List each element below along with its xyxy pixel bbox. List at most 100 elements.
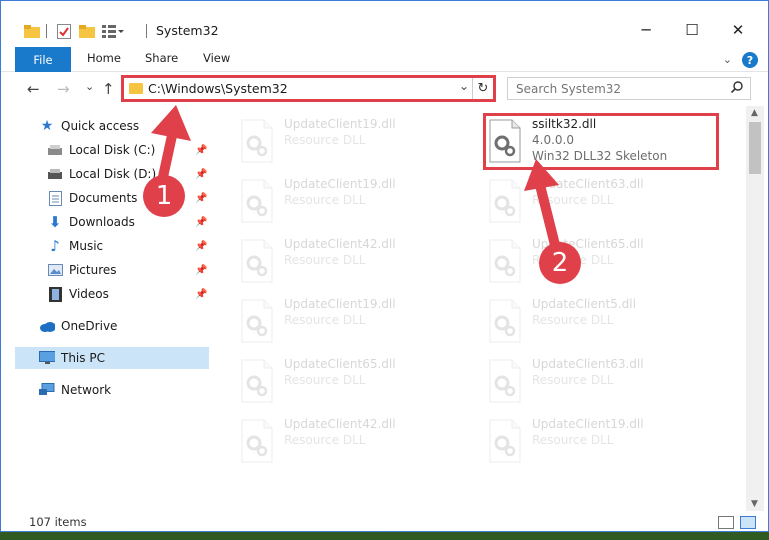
dll-file-icon [489, 419, 521, 463]
address-bar[interactable]: C:\Windows\System32 ⌄ ↻ [121, 75, 496, 102]
address-path[interactable]: C:\Windows\System32 [148, 81, 288, 96]
file-item[interactable]: UpdateClient19.dll Resource DLL [480, 413, 716, 469]
sidebar-item-label: This PC [61, 351, 105, 365]
vertical-scrollbar[interactable]: ▲ ▼ [746, 106, 764, 511]
pin-icon: 📌 [195, 144, 208, 156]
dll-file-icon [241, 239, 273, 283]
dll-file-icon [241, 359, 273, 403]
customize-toolbar-icon[interactable] [101, 21, 125, 41]
file-item[interactable]: UpdateClient42.dll Resource DLL [232, 233, 468, 289]
window-title: System32 [156, 23, 219, 38]
file-detail-1: Resource DLL [284, 433, 366, 447]
sidebar-item-this-pc[interactable]: This PC [15, 347, 209, 369]
file-item[interactable]: UpdateClient19.dll Resource DLL [232, 293, 468, 349]
back-button[interactable]: ← [27, 80, 40, 98]
close-button[interactable]: ✕ [715, 15, 761, 45]
sidebar-item-quick-access[interactable]: ★ Quick access [15, 115, 209, 137]
videos-icon [47, 286, 63, 302]
large-icons-view-button[interactable] [740, 516, 756, 529]
dll-file-icon [241, 299, 273, 343]
file-name: UpdateClient65.dll [284, 357, 396, 371]
expand-ribbon-icon[interactable]: ⌄ [723, 53, 732, 66]
tab-share[interactable]: Share [145, 51, 178, 65]
file-item[interactable]: UpdateClient65.dll Resource DLL [232, 353, 468, 409]
cloud-icon [39, 318, 55, 334]
file-detail-1: Resource DLL [284, 253, 366, 267]
toolbar-separator [46, 24, 47, 38]
drive-icon [47, 142, 63, 158]
up-button[interactable]: ↑ [102, 80, 115, 98]
toolbar-separator [146, 24, 147, 38]
tab-view[interactable]: View [203, 51, 230, 65]
file-item[interactable]: UpdateClient63.dll Resource DLL [480, 173, 716, 229]
tab-home[interactable]: Home [87, 51, 121, 65]
details-view-button[interactable] [718, 516, 734, 529]
sidebar-item-music[interactable]: ♪ Music 📌 [15, 235, 209, 257]
file-item[interactable]: UpdateClient42.dll Resource DLL [232, 413, 468, 469]
pin-icon: 📌 [195, 192, 208, 204]
dll-file-icon [489, 359, 521, 403]
file-name: UpdateClient19.dll [284, 117, 396, 131]
sidebar-item-label: Local Disk (D:) [69, 167, 157, 181]
step-2-badge: 2 [539, 242, 581, 284]
file-name: UpdateClient19.dll [284, 297, 396, 311]
address-dropdown-button[interactable]: ⌄ [459, 79, 469, 93]
file-item[interactable]: UpdateClient63.dll Resource DLL [480, 353, 716, 409]
refresh-button[interactable]: ↻ [472, 78, 493, 99]
sidebar-item-pictures[interactable]: Pictures 📌 [15, 259, 209, 281]
network-icon [39, 382, 55, 398]
pictures-icon [47, 262, 63, 278]
sidebar-item-local-disk-c[interactable]: Local Disk (C:) 📌 [15, 139, 209, 161]
star-icon: ★ [40, 118, 54, 134]
file-name: UpdateClient5.dll [532, 297, 636, 311]
file-name: UpdateClient63.dll [532, 177, 644, 191]
file-detail-1: Resource DLL [284, 133, 366, 147]
recent-locations-button[interactable]: ⌄ [85, 80, 94, 93]
file-detail-1: Resource DLL [284, 373, 366, 387]
quick-access-folder-icon[interactable] [23, 21, 41, 41]
tab-file[interactable]: File [15, 47, 71, 72]
file-item[interactable]: UpdateClient19.dll Resource DLL [232, 113, 468, 169]
search-icon[interactable] [730, 81, 743, 96]
sidebar-item-downloads[interactable]: ⬇ Downloads 📌 [15, 211, 209, 233]
sidebar-item-onedrive[interactable]: OneDrive [15, 315, 209, 337]
pin-icon: 📌 [195, 264, 208, 276]
dll-file-icon [241, 119, 273, 163]
file-name: UpdateClient42.dll [284, 417, 396, 431]
download-icon: ⬇ [48, 213, 62, 231]
properties-icon[interactable] [55, 21, 73, 41]
dll-file-icon [489, 239, 521, 283]
search-input[interactable] [516, 80, 716, 97]
status-bar: 107 items [1, 511, 768, 531]
drive-icon [47, 166, 63, 182]
sidebar-item-label: OneDrive [61, 319, 118, 333]
sidebar-item-network[interactable]: Network [15, 379, 209, 401]
sidebar-item-videos[interactable]: Videos 📌 [15, 283, 209, 305]
forward-button[interactable]: → [57, 80, 70, 98]
file-detail-1: Resource DLL [284, 313, 366, 327]
file-item[interactable]: UpdateClient5.dll Resource DLL [480, 293, 716, 349]
folder-icon [129, 83, 143, 94]
file-item[interactable]: UpdateClient19.dll Resource DLL [232, 173, 468, 229]
computer-icon [39, 350, 55, 366]
file-name: UpdateClient19.dll [284, 177, 396, 191]
sidebar-item-label: Local Disk (C:) [69, 143, 156, 157]
new-folder-icon[interactable] [78, 21, 96, 41]
pin-icon: 📌 [195, 240, 208, 252]
scrollbar-thumb[interactable] [749, 122, 761, 174]
minimize-button[interactable]: ─ [623, 15, 669, 45]
scroll-up-arrow[interactable]: ▲ [751, 108, 758, 118]
sidebar-item-label: Music [69, 239, 104, 253]
file-item[interactable]: UpdateClient65.dllResource DLL [480, 233, 716, 289]
search-box[interactable] [507, 77, 751, 100]
file-detail-1: Resource DLL [532, 373, 614, 387]
music-icon: ♪ [50, 237, 60, 255]
maximize-button[interactable]: ☐ [669, 15, 715, 45]
dll-file-icon [241, 419, 273, 463]
scroll-down-arrow[interactable]: ▼ [751, 499, 758, 509]
item-count: 107 items [29, 515, 87, 529]
sidebar-item-label: Documents [69, 191, 138, 205]
dll-file-icon [241, 179, 273, 223]
help-button[interactable]: ? [742, 52, 758, 68]
dll-file-icon [489, 179, 521, 223]
